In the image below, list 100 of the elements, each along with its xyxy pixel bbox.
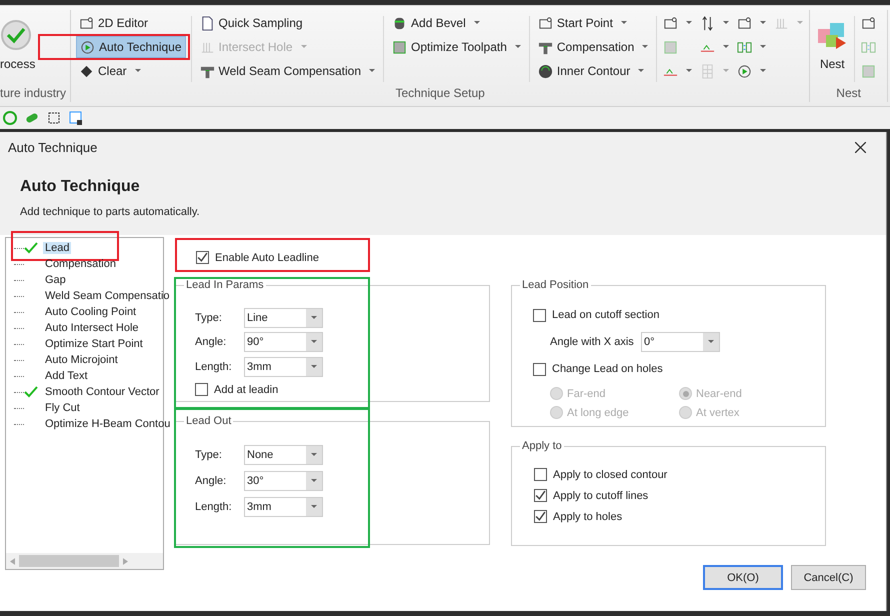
dropdown-field[interactable]: Line <box>244 308 323 328</box>
ribbon-button[interactable]: Inner Contour <box>534 60 652 82</box>
window-title: Auto Technique <box>8 140 98 154</box>
tree-item[interactable]: Optimize Start Point <box>43 338 145 350</box>
group-title: Lead In Params <box>184 279 266 291</box>
caret-icon <box>311 453 317 457</box>
field-label: Type: <box>195 312 223 324</box>
frame-icon <box>861 16 876 30</box>
dropdown-field[interactable]: 3mm <box>244 356 323 377</box>
ribbon-button[interactable]: Weld Seam Compensation <box>196 60 378 82</box>
dashed-frame-icon[interactable] <box>46 110 62 126</box>
caret-icon <box>300 45 307 49</box>
field-label: Type: <box>195 449 223 461</box>
dropdown-field[interactable]: 30° <box>244 471 323 491</box>
dropdown-field[interactable]: 90° <box>244 332 323 352</box>
ribbon-button[interactable]: rocess <box>0 12 36 78</box>
dropdown-field[interactable]: None <box>244 445 323 465</box>
tree-item[interactable]: Smooth Contour Vector <box>43 386 162 398</box>
ribbon-button[interactable]: Compensation <box>534 36 652 58</box>
paired-boxes-icon <box>737 40 752 54</box>
ribbon-button[interactable]: Start Point <box>534 12 652 34</box>
caret-icon <box>723 21 730 25</box>
frame-icon <box>737 16 752 30</box>
caret-icon <box>723 45 730 49</box>
caret-icon <box>760 69 766 73</box>
caret-icon <box>638 69 644 73</box>
frame-icon <box>79 16 94 30</box>
caret-icon <box>474 21 480 25</box>
ribbon-button[interactable]: 2D Editor <box>76 12 186 34</box>
dropdown-field[interactable]: 3mm <box>244 497 323 517</box>
apply-option-checkbox[interactable]: Apply to holes <box>534 510 622 523</box>
frame-icon <box>663 16 678 30</box>
tree-item[interactable]: Optimize H-Beam Contou <box>43 418 172 430</box>
caret-icon <box>311 479 317 483</box>
apply-option-checkbox[interactable]: Apply to closed contour <box>534 468 668 481</box>
ribbon-button[interactable]: Auto Technique <box>76 36 186 58</box>
caret-icon <box>708 340 714 344</box>
caret-icon <box>620 21 627 25</box>
change-lead-on-holes-checkbox[interactable]: Change Lead on holes <box>533 360 663 378</box>
caret-icon <box>686 21 692 25</box>
caret-icon <box>311 340 317 344</box>
tree-item[interactable]: Compensation <box>43 258 118 270</box>
caret-icon <box>760 45 766 49</box>
ribbon-button[interactable]: Nest <box>812 12 852 78</box>
tree-item[interactable]: Add Text <box>43 370 90 382</box>
tree-item[interactable]: Fly Cut <box>43 402 82 414</box>
field-label: Angle: <box>195 336 228 348</box>
caret-icon <box>760 21 766 25</box>
scroll-right-icon[interactable] <box>123 558 128 564</box>
field-label: Length: <box>195 501 233 513</box>
field-label: Angle with X axis <box>550 336 635 348</box>
caret-icon <box>686 69 692 73</box>
caret-icon <box>134 69 141 73</box>
grid-icon <box>700 64 716 78</box>
checkmark-icon <box>535 511 546 522</box>
dialog-description: Add technique to parts automatically. <box>20 206 201 218</box>
dialog-heading: Auto Technique <box>20 178 141 196</box>
horizontal-scrollbar[interactable] <box>6 553 163 569</box>
field-label: Angle: <box>195 475 228 487</box>
tree-item[interactable]: Auto Cooling Point <box>43 306 138 318</box>
caret-icon <box>642 45 648 49</box>
tree-item[interactable]: Gap <box>43 274 68 286</box>
field-label: Length: <box>195 360 233 373</box>
close-icon[interactable] <box>855 142 866 152</box>
caret-icon <box>514 45 521 49</box>
dropdown-field[interactable]: 0° <box>641 332 720 352</box>
add-at-leadin-checkbox[interactable]: Add at leadin <box>195 378 278 402</box>
enable-auto-leadline-checkbox[interactable]: Enable Auto Leadline <box>196 251 319 264</box>
square-icon <box>663 40 678 54</box>
group-label: Nest <box>835 86 862 102</box>
ribbon-button[interactable]: Optimize Toolpath <box>389 36 524 58</box>
circle-icon[interactable] <box>2 110 18 126</box>
tree-item[interactable]: Lead <box>43 242 72 254</box>
scroll-left-icon[interactable] <box>10 558 15 564</box>
caret-icon <box>369 69 376 73</box>
cancel-button[interactable]: Cancel(C) <box>791 565 866 590</box>
group-title: Lead Out <box>184 415 234 427</box>
caret-icon <box>311 316 317 320</box>
ribbon-button[interactable]: Quick Sampling <box>196 12 378 34</box>
tree-item[interactable]: Weld Seam Compensatio <box>43 290 172 302</box>
group-label: Technique Setup <box>394 86 486 102</box>
ok-button[interactable]: OK(O) <box>703 565 783 590</box>
ribbon-button[interactable]: Add Bevel <box>389 12 524 34</box>
vertical-arrows-icon <box>700 16 716 30</box>
paired-boxes-icon <box>861 40 876 54</box>
lead-on-cutoff-checkbox[interactable]: Lead on cutoff section <box>533 306 660 324</box>
caret-icon <box>797 21 804 25</box>
frame-icon[interactable] <box>68 110 84 126</box>
group-title: Apply to <box>520 440 564 452</box>
ribbon-button[interactable]: Clear <box>76 60 186 82</box>
frame-icon <box>538 16 553 30</box>
tree-item[interactable]: Auto Microjoint <box>43 354 120 366</box>
tree-item[interactable]: Auto Intersect Hole <box>43 322 141 334</box>
caret-icon <box>311 505 317 509</box>
square-icon <box>861 64 876 78</box>
group-label: ture industry <box>0 86 68 102</box>
checkmark-icon <box>535 490 546 501</box>
apply-option-checkbox[interactable]: Apply to cutoff lines <box>534 489 648 502</box>
caret-icon <box>723 69 730 73</box>
square-icon <box>392 40 408 54</box>
